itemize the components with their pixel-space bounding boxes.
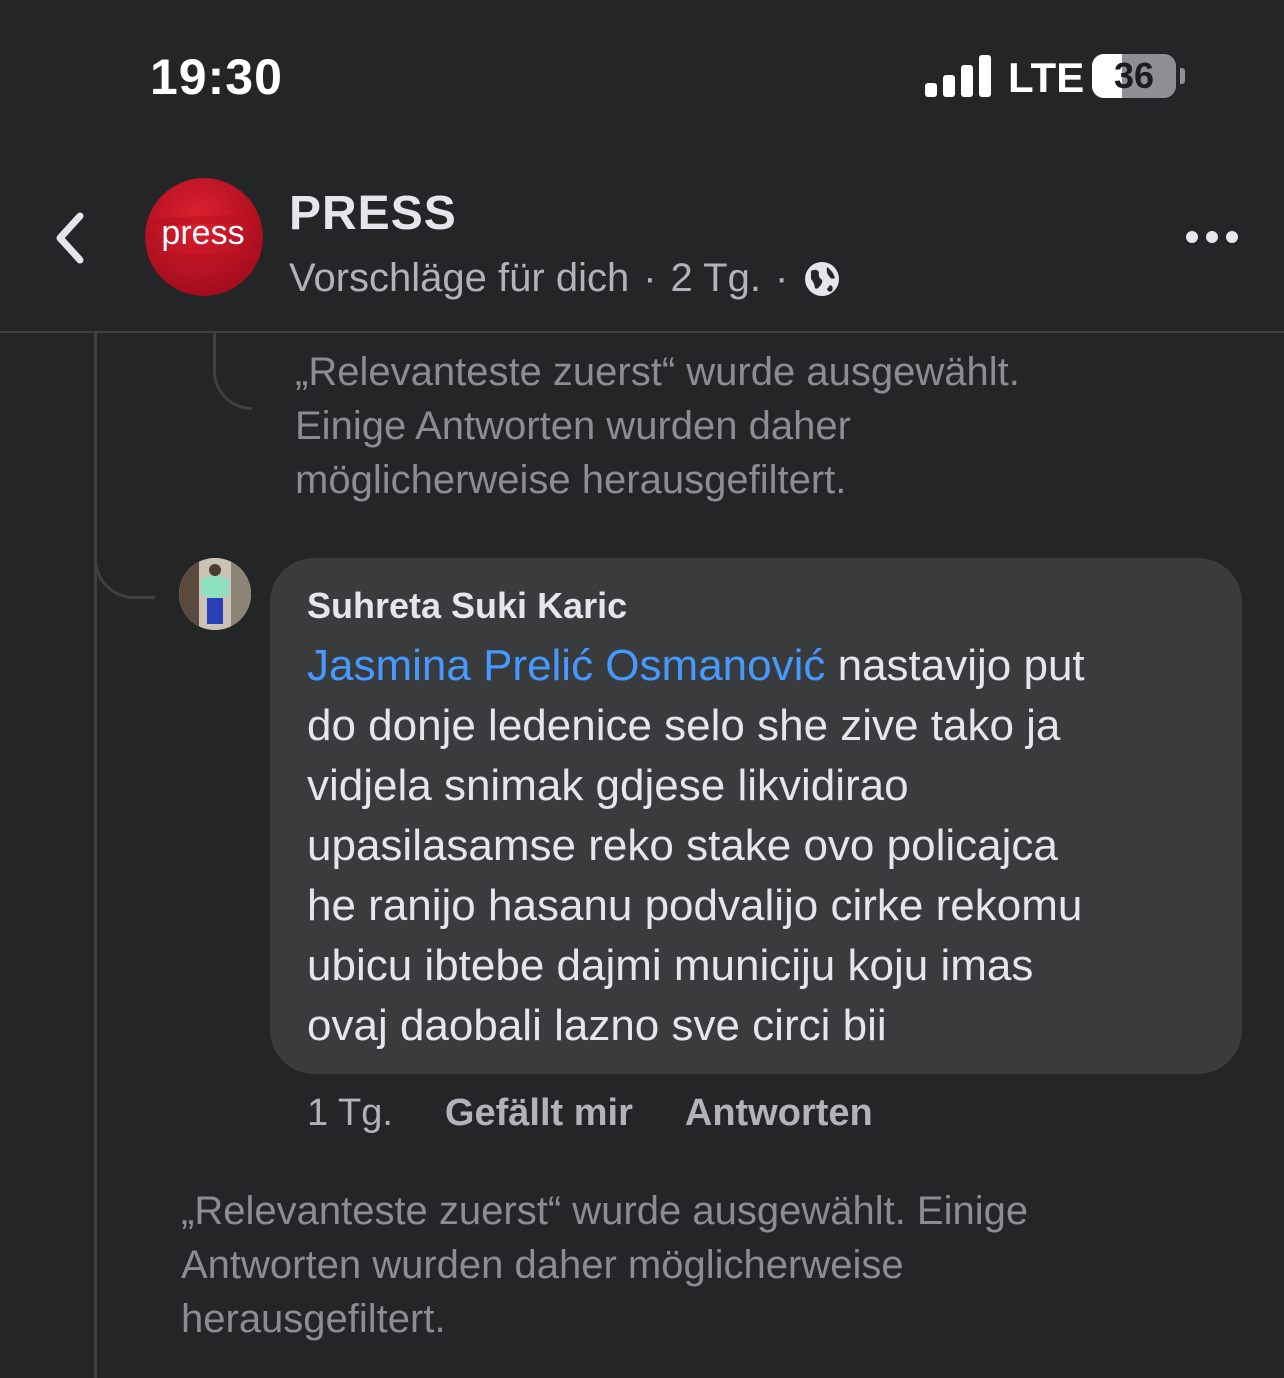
comment-line: vidjela snimak gdjese likvidirao bbox=[307, 761, 909, 810]
battery-percent: 36 bbox=[1113, 55, 1155, 96]
filter-notice-line: „Relevanteste zuerst“ wurde ausgewählt. bbox=[295, 350, 1020, 394]
filter-notice-bottom: „Relevanteste zuerst“ wurde ausgewählt. … bbox=[181, 1184, 1241, 1346]
suggestion-label: Vorschläge für dich bbox=[289, 256, 630, 300]
commenter-avatar[interactable] bbox=[179, 558, 251, 630]
comment-line: ubicu ibtebe dajmi municiju koju imas bbox=[307, 941, 1034, 990]
page-title[interactable]: PRESS bbox=[289, 186, 457, 241]
globe-icon bbox=[805, 261, 840, 296]
post-age[interactable]: 2 Tg. bbox=[671, 256, 761, 301]
meta-separator: · bbox=[774, 256, 789, 300]
filter-notice-line: „Relevanteste zuerst“ wurde ausgewählt. … bbox=[181, 1189, 1029, 1233]
thread-line bbox=[94, 333, 97, 1378]
filter-notice-line: herausgefiltert. bbox=[181, 1297, 446, 1341]
comment-mention[interactable]: Jasmina Prelić Osmanović bbox=[307, 641, 825, 690]
comment-author[interactable]: Suhreta Suki Karic bbox=[307, 584, 1206, 628]
post-meta: Vorschläge für dich · 2 Tg. · bbox=[289, 256, 842, 301]
battery-cap bbox=[1180, 68, 1185, 84]
comment-line: he ranijo hasanu podvalijo cirke rekomu bbox=[307, 881, 1083, 930]
comment-time[interactable]: 1 Tg. bbox=[307, 1092, 393, 1135]
thread-connector-top bbox=[213, 333, 252, 410]
page-avatar[interactable]: press bbox=[145, 178, 263, 296]
commenter-photo bbox=[179, 558, 251, 630]
comment-bubble: Suhreta Suki Karic Jasmina Prelić Osmano… bbox=[270, 558, 1242, 1074]
press-logo-text: press bbox=[161, 214, 244, 252]
screen: 19:30 LTE 36 press PRESS Vorschläge für … bbox=[0, 0, 1284, 1378]
comment-actions: 1 Tg. Gefällt mir Antworten bbox=[307, 1088, 925, 1138]
thread-connector-comment bbox=[94, 520, 155, 599]
comment-line: upasilasamse reko stake ovo policajca bbox=[307, 821, 1058, 870]
comment-line: ovaj daobali lazno sve circi bii bbox=[307, 1001, 887, 1050]
status-time: 19:30 bbox=[150, 49, 283, 105]
comment-line: do donje ledenice selo she zive tako ja bbox=[307, 701, 1061, 750]
like-button[interactable]: Gefällt mir bbox=[445, 1092, 633, 1135]
filter-notice: „Relevanteste zuerst“ wurde ausgewählt. … bbox=[295, 345, 1195, 507]
signal-strength-icon bbox=[925, 55, 991, 97]
press-logo-icon: press bbox=[145, 178, 263, 296]
filter-notice-line: möglicherweise herausgefiltert. bbox=[295, 458, 847, 502]
back-chevron-icon[interactable] bbox=[50, 210, 90, 266]
comment-line: nastavijo put bbox=[825, 641, 1085, 690]
filter-notice-line: Einige Antworten wurden daher bbox=[295, 404, 851, 448]
network-type: LTE bbox=[1008, 54, 1085, 101]
header-divider bbox=[0, 331, 1284, 333]
comment-text: Jasmina Prelić Osmanović nastavijo put do… bbox=[307, 636, 1206, 1056]
meta-separator: · bbox=[643, 256, 657, 300]
filter-notice-line: Antworten wurden daher möglicherweise bbox=[181, 1243, 904, 1287]
battery-icon: 36 bbox=[1092, 54, 1176, 98]
reply-button[interactable]: Antworten bbox=[685, 1092, 873, 1135]
more-options-icon[interactable] bbox=[1186, 228, 1238, 246]
